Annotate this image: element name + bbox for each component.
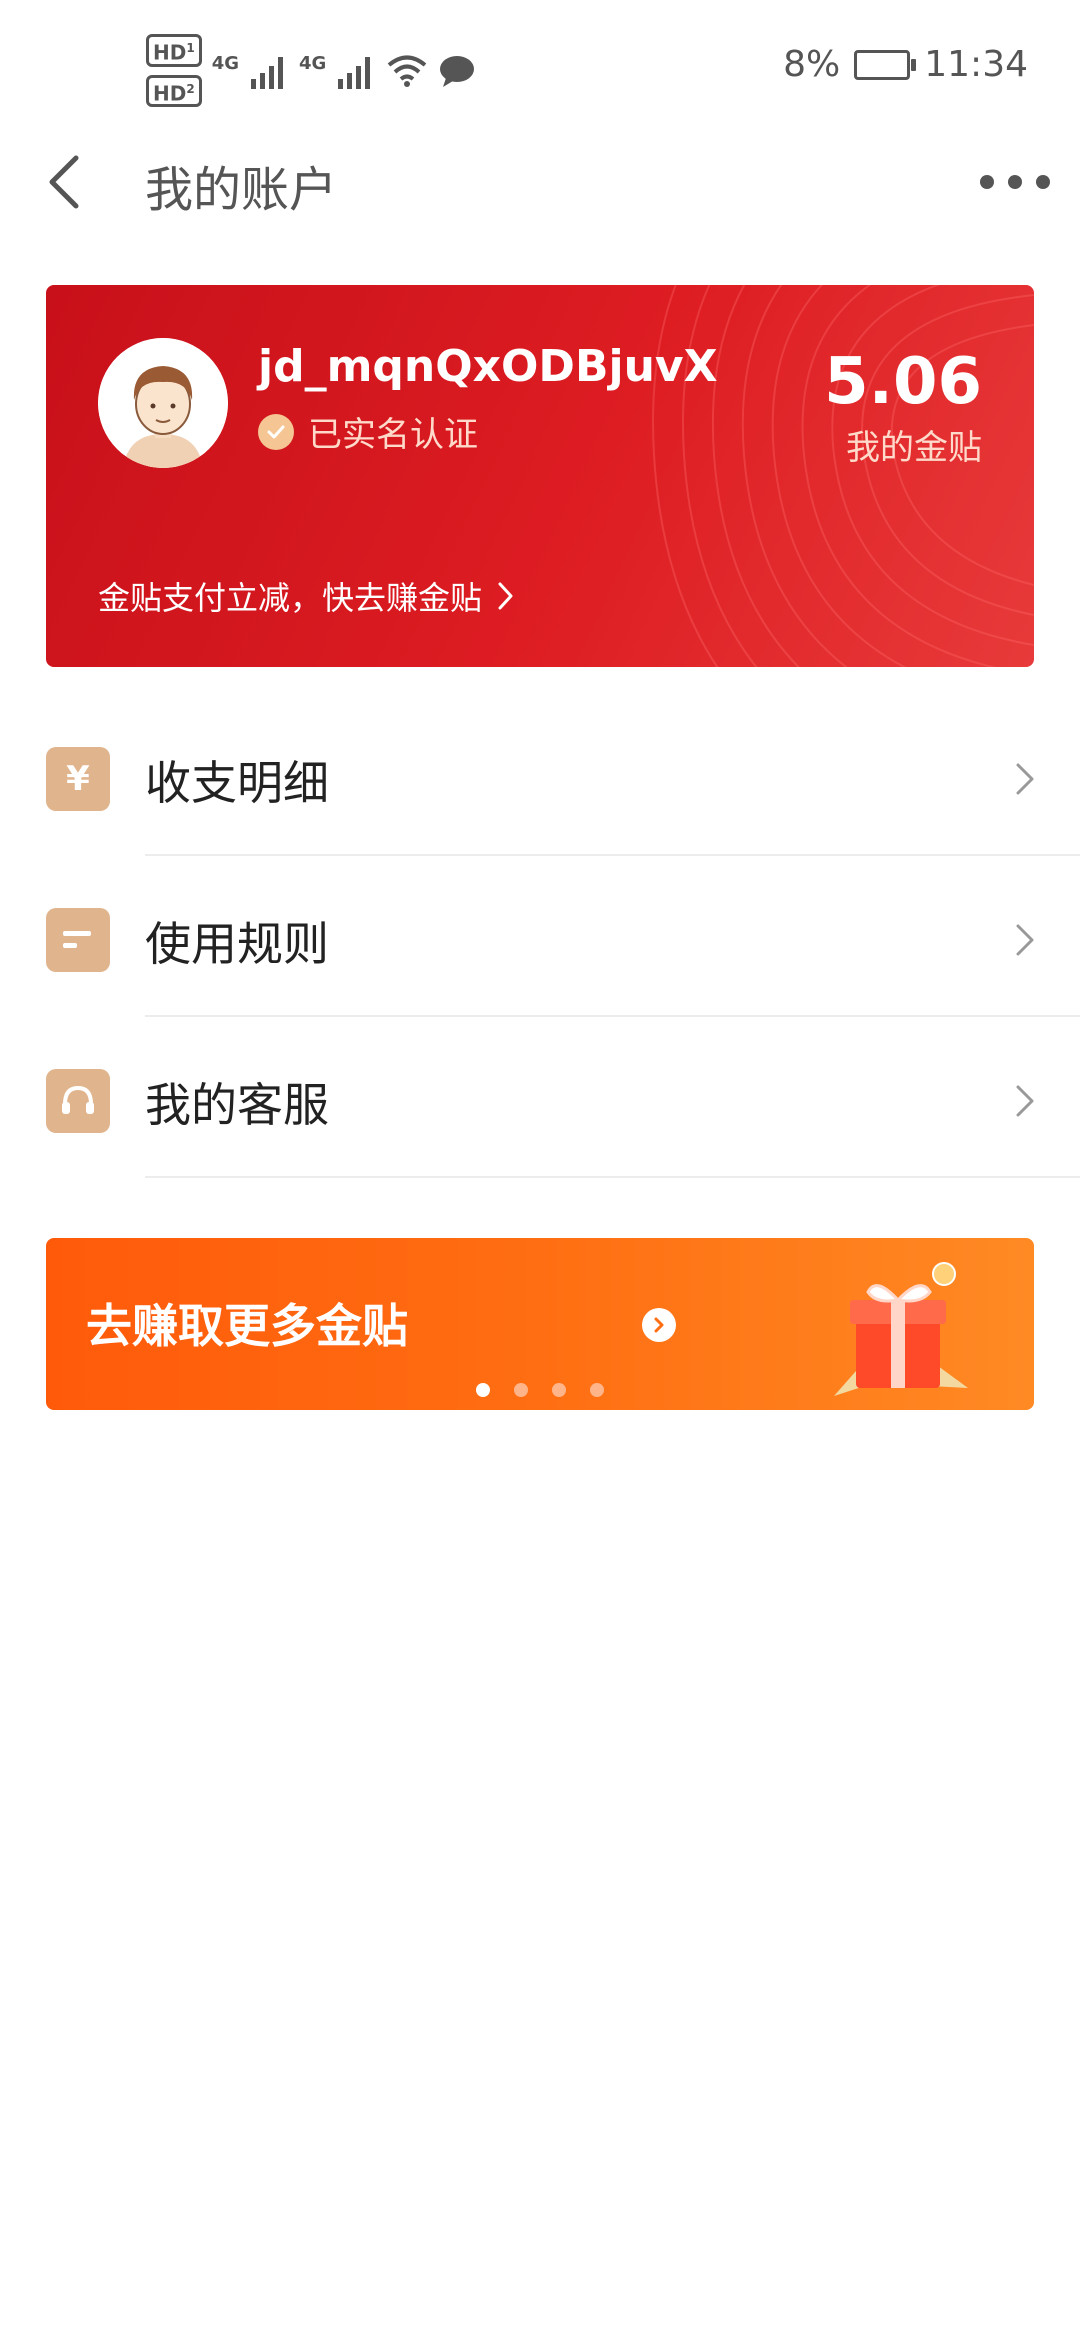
menu-list: ¥ 收支明细 使用规则 我的客服: [0, 695, 1080, 1178]
divider: [145, 1176, 1080, 1178]
sim1-hd-badge: HD1: [146, 34, 202, 67]
user-avatar-icon: [98, 338, 228, 468]
status-right: 8% 11:34: [783, 44, 1028, 85]
more-options-icon[interactable]: [980, 170, 1050, 194]
balance-amount[interactable]: 5.06: [824, 345, 982, 419]
status-left: HD1 HD2 4G 4G: [146, 34, 476, 108]
earn-more-banner[interactable]: 去赚取更多金贴: [46, 1238, 1034, 1410]
menu-item-label: 使用规则: [145, 917, 329, 971]
page-title: 我的账户: [145, 162, 338, 218]
app-header: 我的账户: [0, 130, 1080, 240]
message-bubble-icon: [440, 55, 475, 87]
battery-percent: 8%: [783, 44, 841, 85]
clock: 11:34: [924, 44, 1028, 85]
account-card: jd_mqnQxODBjuvX 已实名认证 5.06 我的金贴 金贴支付立减，快…: [46, 285, 1034, 667]
carousel-indicator: [476, 1383, 604, 1397]
banner-text: 去赚取更多金贴: [86, 1299, 408, 1353]
network2-label: 4G: [299, 53, 327, 75]
network1-label: 4G: [211, 53, 240, 75]
promo-text: 金贴支付立减，快去赚金贴: [98, 579, 483, 617]
carousel-dot[interactable]: [552, 1383, 566, 1397]
rules-icon: [46, 908, 110, 972]
yuan-icon: ¥: [46, 747, 110, 811]
earn-promo-link[interactable]: 金贴支付立减，快去赚金贴: [98, 573, 516, 619]
headset-icon: [46, 1069, 110, 1133]
wifi-icon: [388, 55, 427, 87]
chevron-right-icon: [1016, 1085, 1034, 1117]
carousel-dot[interactable]: [514, 1383, 528, 1397]
menu-item-label: 我的客服: [145, 1078, 329, 1132]
carousel-dot[interactable]: [590, 1383, 604, 1397]
sim-indicators: HD1 HD2: [146, 34, 202, 108]
menu-item-customer-service[interactable]: 我的客服: [0, 1017, 1080, 1178]
verified-label: 已实名认证: [308, 415, 478, 455]
sim2-hd-badge: HD2: [146, 74, 202, 108]
gift-box-icon: [834, 1262, 968, 1396]
avatar[interactable]: [98, 338, 228, 468]
carousel-dot-active[interactable]: [476, 1383, 490, 1397]
menu-item-usage-rules[interactable]: 使用规则: [0, 856, 1080, 1017]
chevron-right-icon: [1016, 763, 1034, 795]
signal2-icon: [338, 56, 371, 89]
chevron-right-icon: [1016, 924, 1034, 956]
chevron-right-icon: [498, 582, 513, 610]
arrow-right-circle-icon[interactable]: [642, 1308, 676, 1342]
menu-item-label: 收支明细: [145, 756, 329, 810]
signal1-icon: [251, 56, 284, 89]
check-icon: [258, 413, 294, 450]
status-bar: HD1 HD2 4G 4G 8% 11:34: [0, 0, 1080, 130]
username: jd_mqnQxODBjuvX: [258, 341, 718, 392]
menu-item-income-details[interactable]: ¥ 收支明细: [0, 695, 1080, 856]
balance-label: 我的金贴: [846, 428, 982, 468]
verified-status: 已实名认证: [258, 407, 478, 456]
back-arrow-icon[interactable]: [40, 152, 100, 212]
battery-charging-icon: [854, 49, 917, 80]
